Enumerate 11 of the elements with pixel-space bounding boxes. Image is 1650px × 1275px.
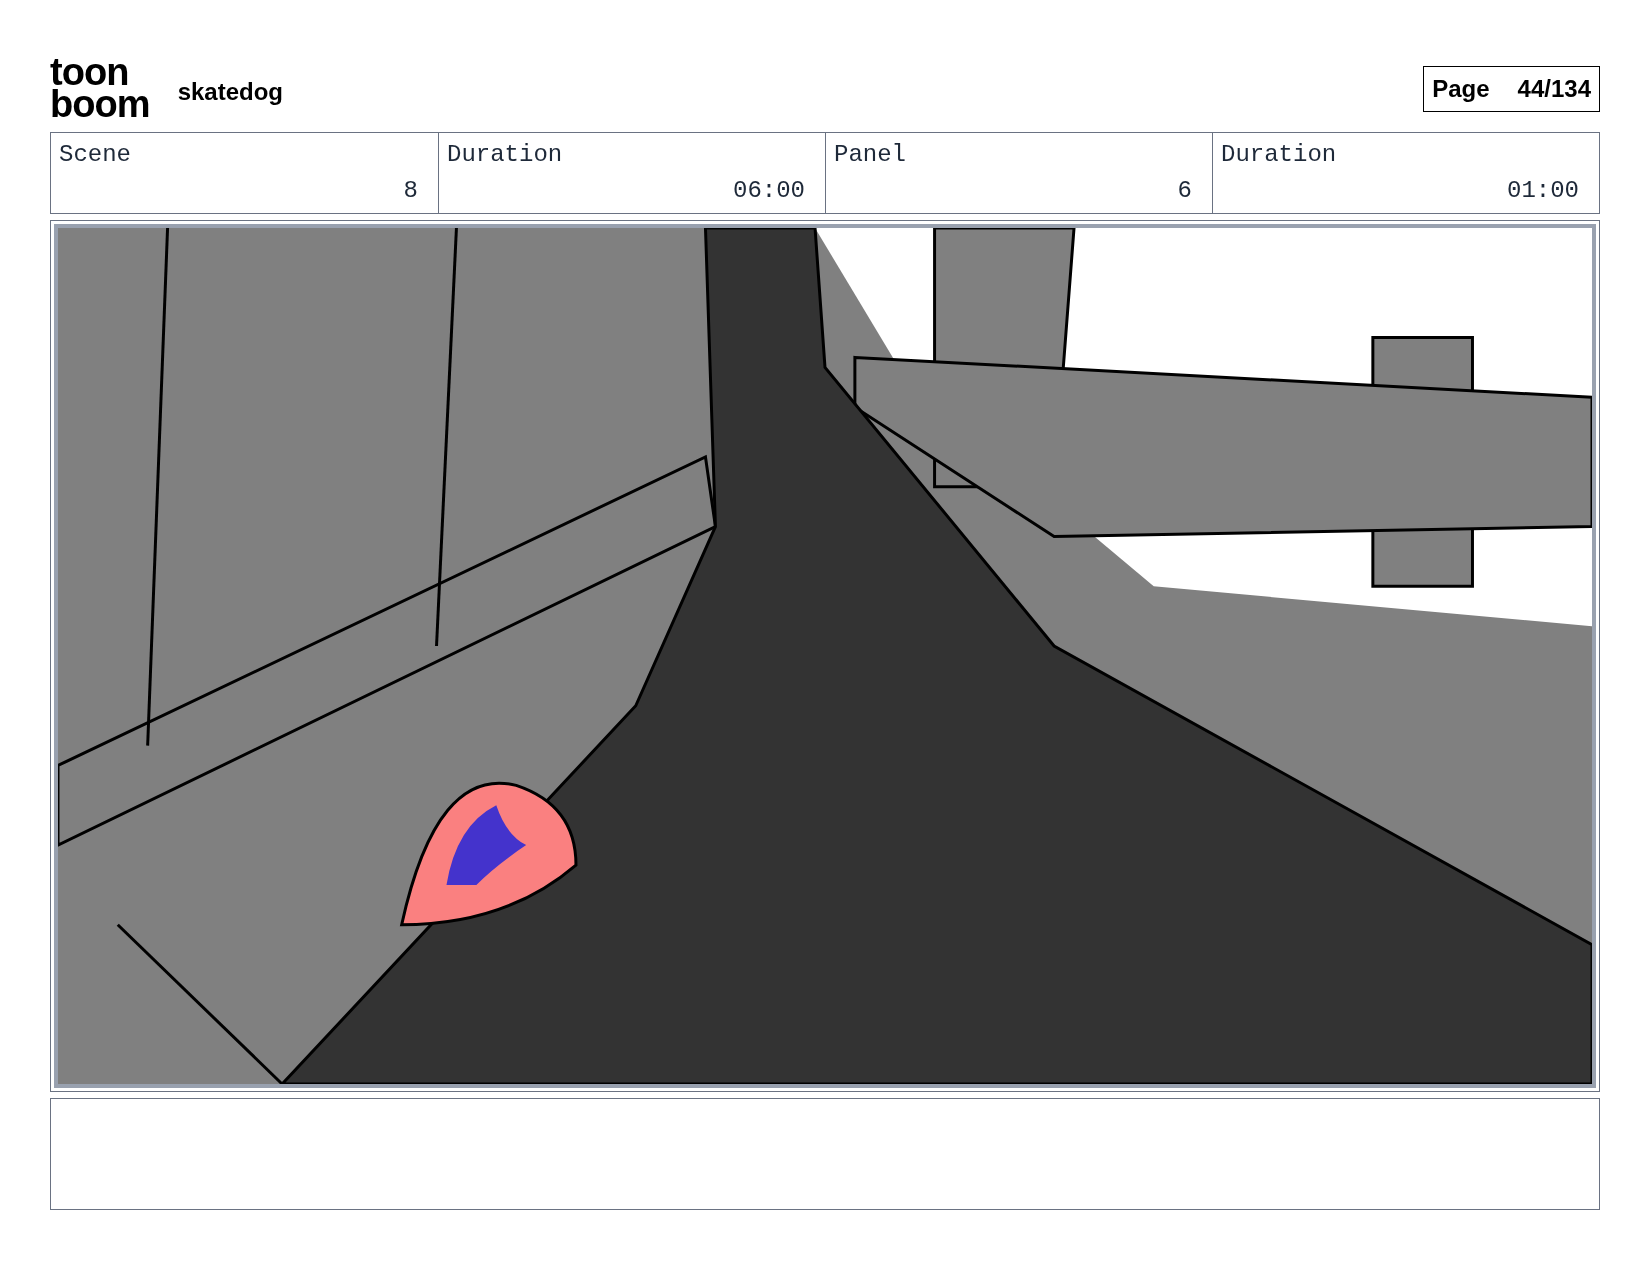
field-value: 06:00: [733, 176, 805, 206]
field-value: 8: [403, 176, 418, 206]
field-value: 6: [1177, 176, 1192, 206]
project-title: skatedog: [177, 77, 283, 107]
field-label: Duration: [447, 140, 563, 170]
toon-boom-logo: toon boom: [50, 55, 150, 121]
field-label: Duration: [1221, 140, 1337, 170]
field-label: Scene: [59, 140, 131, 170]
field-label: Panel: [834, 140, 906, 170]
field-value: 01:00: [1507, 176, 1579, 206]
page-counter: Page 44/134: [1423, 66, 1600, 112]
